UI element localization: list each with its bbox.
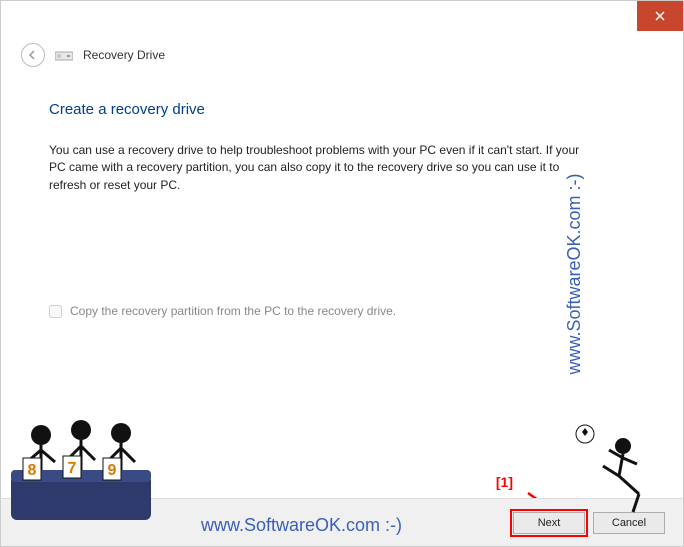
svg-text:8: 8	[28, 462, 37, 479]
wizard-footer: Next Cancel	[1, 498, 683, 546]
wizard-header: Recovery Drive	[1, 31, 683, 75]
close-icon	[655, 11, 665, 21]
copy-partition-checkbox-row: Copy the recovery partition from the PC …	[49, 304, 635, 318]
recovery-drive-icon	[55, 48, 73, 62]
back-arrow-icon	[27, 49, 39, 61]
copy-partition-checkbox[interactable]	[49, 305, 62, 318]
annotation-marker: [1]	[496, 474, 513, 490]
svg-text:9: 9	[108, 462, 117, 479]
body-text: You can use a recovery drive to help tro…	[49, 142, 589, 194]
wizard-content: Create a recovery drive You can use a re…	[1, 75, 683, 318]
cancel-button[interactable]: Cancel	[593, 512, 665, 534]
page-heading: Create a recovery drive	[49, 101, 635, 118]
copy-partition-label: Copy the recovery partition from the PC …	[70, 304, 396, 318]
next-button[interactable]: Next	[513, 512, 585, 534]
svg-text:7: 7	[68, 460, 77, 477]
wizard-title: Recovery Drive	[83, 48, 165, 62]
back-button[interactable]	[21, 43, 45, 67]
close-button[interactable]	[637, 1, 683, 31]
titlebar	[1, 1, 683, 31]
